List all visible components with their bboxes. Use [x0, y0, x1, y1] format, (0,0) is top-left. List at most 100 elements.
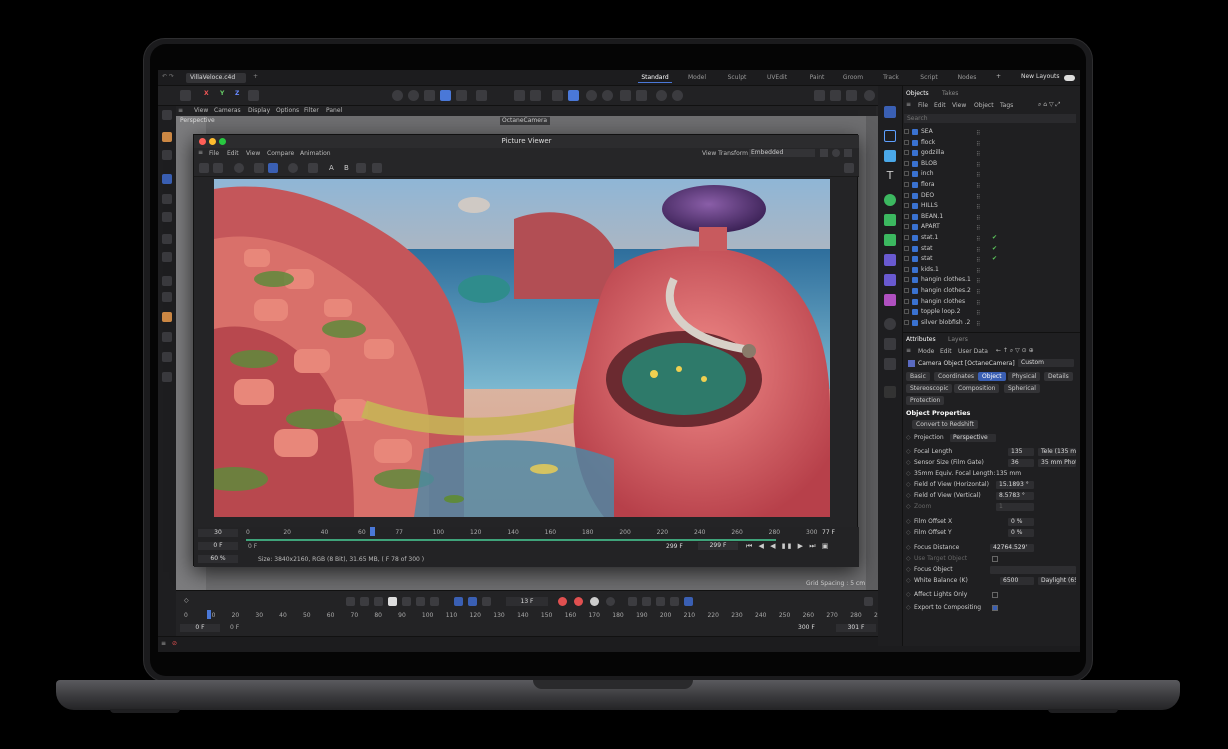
objects-menu-file[interactable]: File	[918, 102, 928, 109]
sensor-size-preset-select[interactable]: 35 mm Phot	[1038, 459, 1076, 467]
pv-compare-a-button[interactable]: A	[329, 164, 334, 172]
pv-settings-icon[interactable]	[832, 149, 840, 157]
timeline-ruler[interactable]: 0 10 20 30 40 50 60 70 80 90 100 110 120 130 140 150 160…	[184, 610, 885, 620]
next-key-button[interactable]	[416, 597, 425, 606]
keyframe-dot-icon[interactable]: ◇	[906, 448, 911, 455]
focus-object-link-field[interactable]	[990, 566, 1076, 574]
spline-pen-icon[interactable]	[884, 106, 896, 118]
pv-menu-file[interactable]: File	[209, 150, 219, 157]
layout-tab-script[interactable]: Script	[914, 73, 944, 83]
layout-toggle[interactable]	[1064, 75, 1075, 81]
focal-length-field[interactable]: 135	[1008, 448, 1034, 456]
object-row[interactable]: stat.1 ⠿ ✔	[904, 233, 1074, 243]
effector-icon[interactable]	[636, 90, 647, 101]
cube-icon[interactable]	[424, 90, 435, 101]
row-checkbox[interactable]	[904, 150, 909, 156]
focal-length-preset-select[interactable]: Tele (135 mm	[1038, 448, 1076, 456]
pv-save-icon[interactable]	[213, 163, 223, 173]
object-row[interactable]: APART ⠿	[904, 222, 1074, 232]
row-checkbox[interactable]	[904, 192, 909, 198]
param-key-icon[interactable]	[670, 597, 679, 606]
convert-redshift-button[interactable]: Convert to Redshift	[912, 420, 978, 429]
timeline-expand-icon[interactable]	[864, 597, 873, 606]
visibility-dots-icon[interactable]: ⠿	[976, 214, 986, 222]
visibility-dots-icon[interactable]: ⠿	[976, 150, 986, 158]
go-start-button[interactable]	[346, 597, 355, 606]
projection-field[interactable]: Perspective	[950, 434, 996, 442]
enabled-check-icon[interactable]: ✔	[992, 233, 997, 243]
subtab-composition[interactable]: Composition	[954, 384, 1000, 393]
menu-filter[interactable]: Filter	[304, 106, 319, 116]
live-select-icon[interactable]	[162, 132, 172, 142]
search-tool-icon[interactable]	[162, 110, 172, 120]
keyframe-dot-icon[interactable]: ◇	[906, 566, 911, 573]
floor-icon[interactable]	[476, 90, 487, 101]
object-row[interactable]: stat ⠿ ✔	[904, 244, 1074, 254]
pv-channel-icon[interactable]	[288, 163, 298, 173]
environment-icon[interactable]	[884, 318, 896, 330]
axis-y-toggle[interactable]: Y	[220, 90, 224, 97]
octane-icon[interactable]	[656, 90, 667, 101]
object-row[interactable]: DEO ⠿	[904, 191, 1074, 201]
snap-icon[interactable]	[530, 90, 541, 101]
timeline-end-field[interactable]: 301 F	[836, 624, 876, 632]
subtab-coordinates[interactable]: Coordinates	[934, 372, 979, 381]
row-checkbox[interactable]	[904, 309, 909, 315]
menu-cameras[interactable]: Cameras	[214, 106, 241, 116]
prev-key-button[interactable]	[360, 597, 369, 606]
light-icon[interactable]	[586, 90, 597, 101]
deformer-icon[interactable]	[620, 90, 631, 101]
tab-layers[interactable]: Layers	[948, 336, 968, 343]
export-compositing-checkbox[interactable]	[992, 605, 998, 611]
objects-menu-object[interactable]: Object	[974, 102, 994, 109]
paint-tool-icon[interactable]	[162, 332, 172, 342]
row-checkbox[interactable]	[904, 182, 909, 187]
model-mode-icon[interactable]	[180, 90, 191, 101]
target-icon[interactable]	[602, 90, 613, 101]
cloner-icon[interactable]	[884, 214, 896, 226]
sphere-icon[interactable]	[440, 90, 451, 101]
light-object-icon[interactable]	[884, 358, 896, 370]
menu-options[interactable]: Options	[276, 106, 299, 116]
render-pv-icon[interactable]	[830, 90, 841, 101]
keyframe-dot-icon[interactable]: ◇	[906, 518, 911, 525]
objects-menu-tags[interactable]: Tags	[1000, 102, 1013, 109]
objects-menu-view[interactable]: View	[952, 102, 966, 109]
row-checkbox[interactable]	[904, 224, 909, 230]
film-offset-x-field[interactable]: 0 %	[1008, 518, 1034, 526]
visibility-dots-icon[interactable]: ⠿	[976, 256, 986, 264]
transform-tool-icon[interactable]	[162, 252, 172, 262]
objects-search-input[interactable]	[904, 114, 1076, 123]
layout-tab-nodes[interactable]: Nodes	[952, 73, 982, 83]
object-row[interactable]: hangin clothes.2 ⠿	[904, 286, 1074, 296]
attr-hamburger-icon[interactable]: ≡	[906, 347, 911, 354]
motion-icon[interactable]	[606, 597, 615, 606]
focus-distance-field[interactable]: 42764.529'	[990, 544, 1034, 552]
subtab-details[interactable]: Details	[1044, 372, 1073, 381]
keyframe-dot-icon[interactable]: ◇	[906, 604, 911, 611]
object-row[interactable]: topple loop.2 ⠿	[904, 307, 1074, 317]
keyframe-icon[interactable]: ◇	[184, 597, 189, 604]
add-tab-icon[interactable]: +	[253, 73, 258, 80]
grid-icon[interactable]	[552, 90, 563, 101]
pv-menu-edit[interactable]: Edit	[227, 150, 239, 157]
tab-attributes[interactable]: Attributes	[906, 336, 936, 343]
visibility-dots-icon[interactable]: ⠿	[976, 299, 986, 307]
pv-render-icon[interactable]	[234, 163, 244, 173]
cube-object-icon[interactable]	[884, 150, 896, 162]
pv-open-icon[interactable]	[199, 163, 209, 173]
fov-vertical-field[interactable]: 8.5783 °	[996, 492, 1034, 500]
keyframe-dot-icon[interactable]: ◇	[906, 492, 911, 499]
current-frame-field[interactable]: 13 F	[506, 597, 548, 606]
magnet-icon[interactable]	[514, 90, 525, 101]
next-frame-button[interactable]	[402, 597, 411, 606]
search-icon[interactable]	[864, 90, 875, 101]
object-row[interactable]: hangin clothes.1 ⠿	[904, 275, 1074, 285]
loop-button[interactable]	[454, 597, 463, 606]
rectangle-icon[interactable]	[884, 130, 896, 142]
white-balance-field[interactable]: 6500	[1000, 577, 1034, 585]
edges-mode-icon[interactable]	[162, 352, 172, 362]
object-row[interactable]: flock ⠿	[904, 138, 1074, 148]
redshift-icon[interactable]	[672, 90, 683, 101]
film-offset-y-field[interactable]: 0 %	[1008, 529, 1034, 537]
